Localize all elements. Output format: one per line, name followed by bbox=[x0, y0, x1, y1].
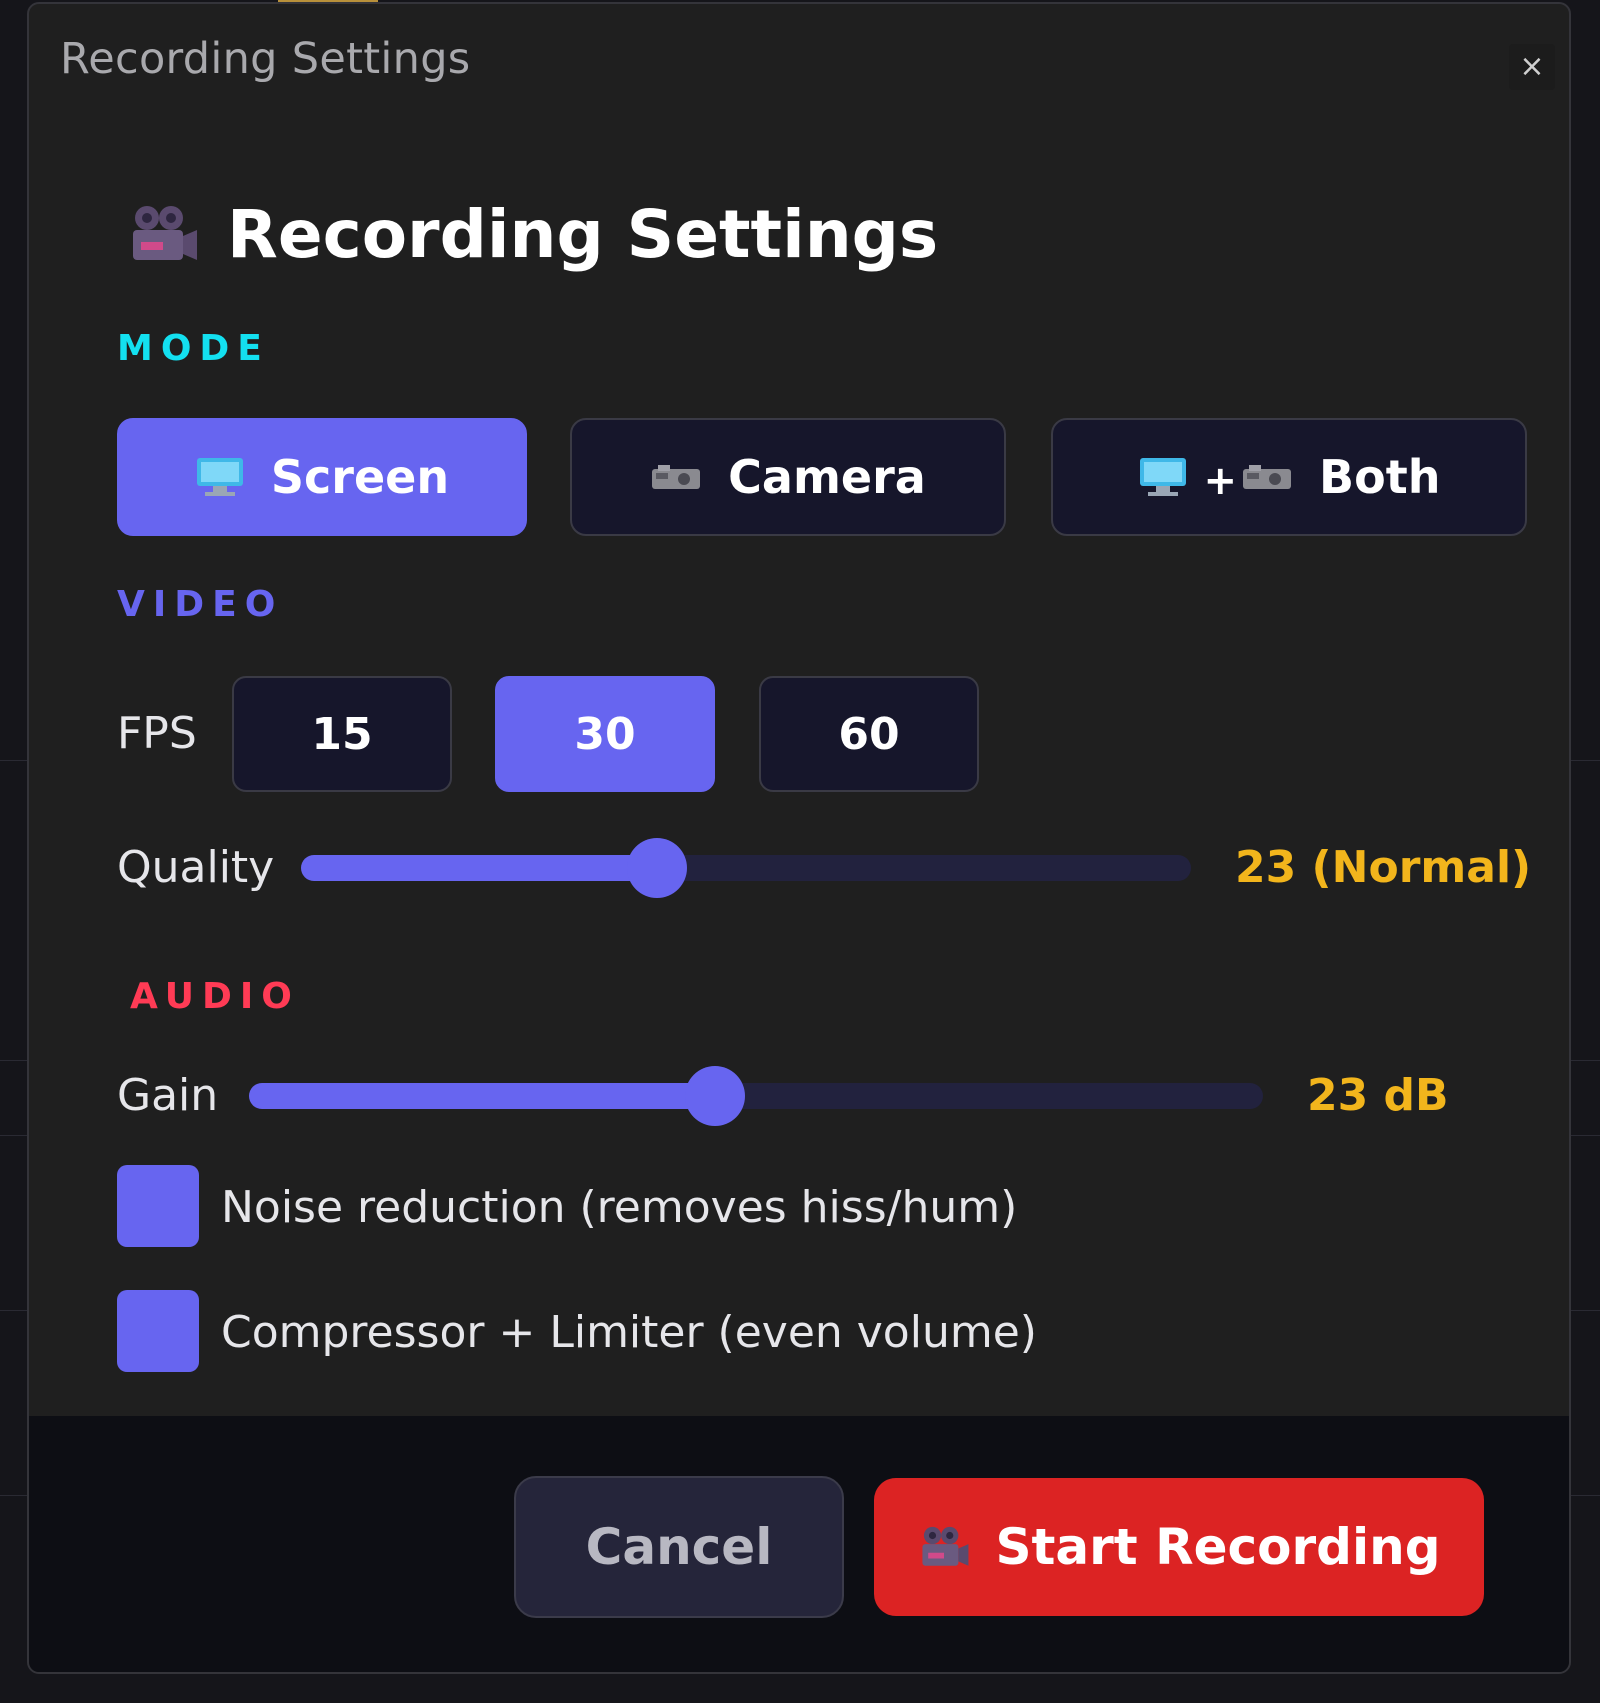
plus-sign: + bbox=[1203, 458, 1238, 504]
quality-value: 23 (Normal) bbox=[1235, 842, 1532, 893]
gain-slider[interactable] bbox=[249, 1066, 1263, 1126]
noise-reduction-label[interactable]: Noise reduction (removes hiss/hum) bbox=[221, 1182, 1017, 1233]
film-camera-icon bbox=[133, 206, 197, 260]
noise-reduction-checkbox[interactable] bbox=[117, 1165, 199, 1247]
dialog-heading-text: Recording Settings bbox=[227, 195, 939, 273]
mode-both-button[interactable]: + Both bbox=[1051, 418, 1527, 536]
video-section-label: VIDEO bbox=[117, 584, 284, 625]
camera-icon bbox=[652, 465, 701, 489]
gain-label: Gain bbox=[117, 1070, 219, 1121]
mode-section-label: MODE bbox=[117, 328, 270, 369]
fps-60-button[interactable]: 60 bbox=[759, 676, 979, 792]
gain-slider-fill bbox=[249, 1083, 715, 1109]
gain-value: 23 dB bbox=[1307, 1070, 1449, 1121]
start-recording-button[interactable]: Start Recording bbox=[874, 1478, 1484, 1616]
compressor-limiter-label[interactable]: Compressor + Limiter (even volume) bbox=[221, 1307, 1037, 1358]
fps-15-button[interactable]: 15 bbox=[232, 676, 452, 792]
gain-slider-thumb[interactable] bbox=[685, 1066, 745, 1126]
monitor-icon bbox=[196, 458, 243, 496]
cancel-button[interactable]: Cancel bbox=[514, 1476, 844, 1618]
quality-slider-fill bbox=[301, 855, 657, 881]
fps-30-button[interactable]: 30 bbox=[495, 676, 715, 792]
quality-slider[interactable] bbox=[301, 838, 1191, 898]
start-recording-label: Start Recording bbox=[995, 1518, 1441, 1576]
audio-section-label: AUDIO bbox=[130, 976, 300, 1017]
recording-settings-dialog: Recording Settings × Recording Settings … bbox=[27, 2, 1571, 1674]
compressor-limiter-checkbox[interactable] bbox=[117, 1290, 199, 1372]
dialog-footer: Cancel Start Recording bbox=[29, 1416, 1569, 1672]
dialog-heading: Recording Settings bbox=[127, 184, 938, 284]
fps-label: FPS bbox=[117, 708, 197, 759]
mode-both-label: Both bbox=[1319, 450, 1441, 504]
title-bar: Recording Settings × bbox=[29, 4, 1569, 124]
window-title: Recording Settings bbox=[60, 34, 471, 84]
close-button[interactable]: × bbox=[1509, 44, 1555, 90]
mode-screen-button[interactable]: Screen bbox=[117, 418, 527, 536]
mode-camera-label: Camera bbox=[728, 450, 926, 504]
camera-icon bbox=[1243, 465, 1292, 489]
mode-camera-button[interactable]: Camera bbox=[570, 418, 1006, 536]
quality-slider-thumb[interactable] bbox=[627, 838, 687, 898]
mode-screen-label: Screen bbox=[270, 450, 450, 504]
quality-label: Quality bbox=[117, 842, 275, 893]
film-camera-icon bbox=[921, 1526, 968, 1566]
monitor-icon bbox=[1139, 458, 1186, 496]
